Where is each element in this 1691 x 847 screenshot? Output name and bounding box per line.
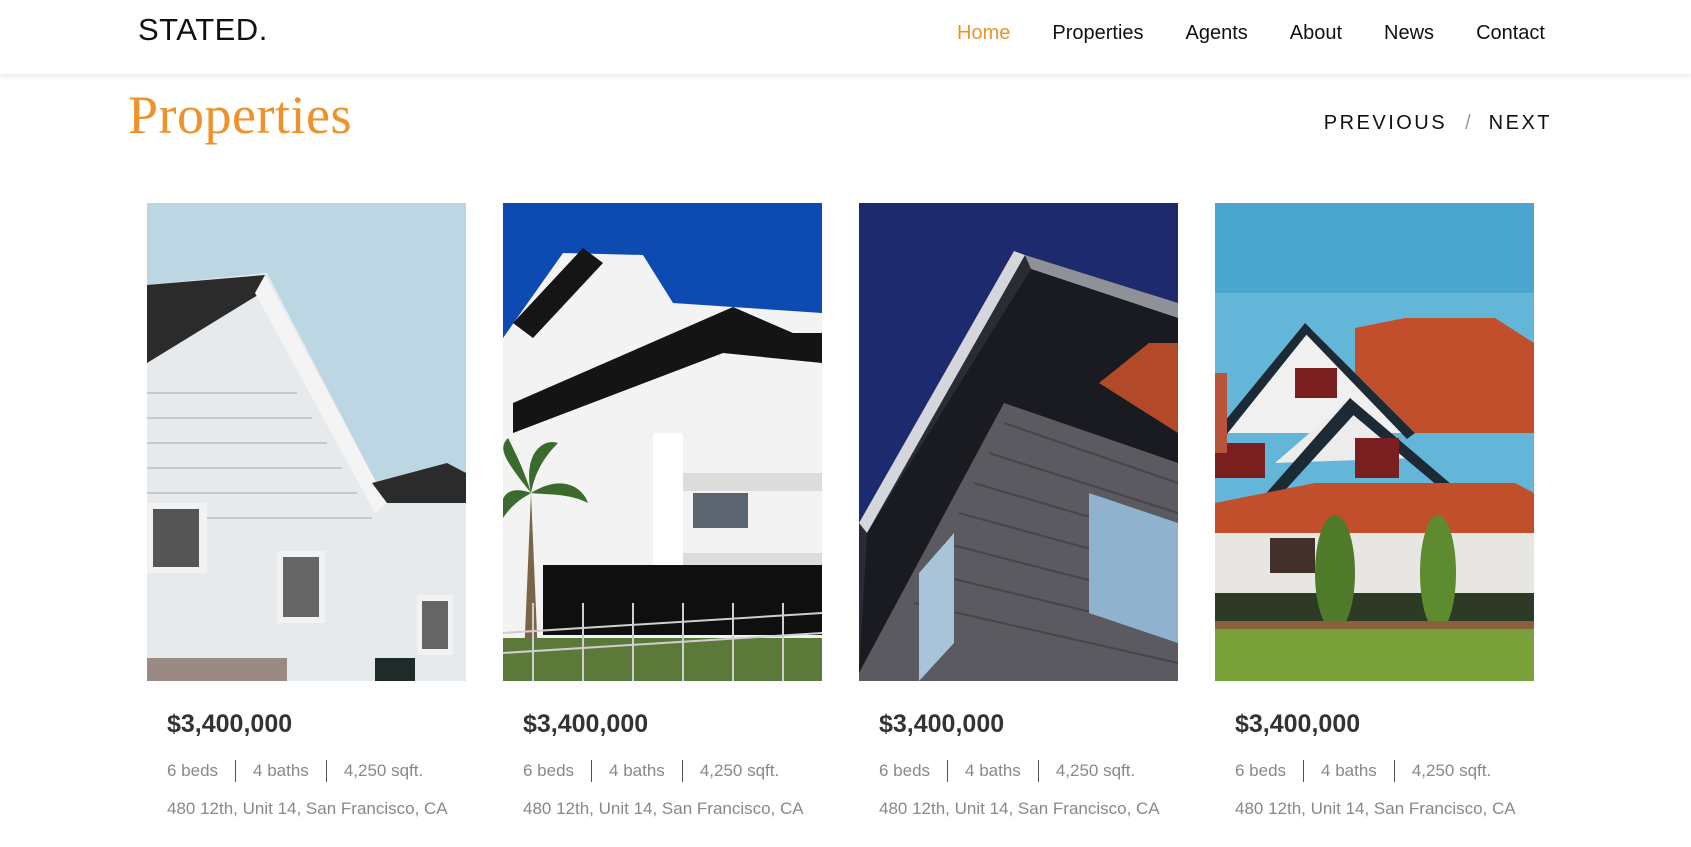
next-button[interactable]: NEXT [1489, 112, 1552, 135]
property-price: $3,400,000 [167, 710, 293, 738]
baths-count: 4 baths [253, 761, 309, 780]
baths-count: 4 baths [1321, 761, 1377, 780]
property-meta: 6 beds 4 baths 4,250 sqft. [1235, 760, 1534, 782]
property-card: $3,400,000 6 beds 4 baths 4,250 sqft. 48… [503, 203, 822, 819]
tudor-house-photo[interactable] [1215, 203, 1534, 681]
meta-divider [681, 760, 683, 782]
property-card: $3,400,000 6 beds 4 baths 4,250 sqft. 48… [147, 203, 466, 819]
site-logo[interactable]: STATED. [138, 12, 268, 48]
nav-home[interactable]: Home [957, 20, 1010, 46]
property-price: $3,400,000 [1235, 710, 1361, 738]
beds-count: 6 beds [167, 761, 219, 780]
property-card: $3,400,000 6 beds 4 baths 4,250 sqft. 48… [1215, 203, 1534, 819]
property-list: $3,400,000 6 beds 4 baths 4,250 sqft. 48… [147, 203, 1534, 819]
beds-count: 6 beds [1235, 761, 1287, 780]
meta-divider [235, 760, 237, 782]
nav-about[interactable]: About [1290, 20, 1342, 46]
previous-button[interactable]: PREVIOUS [1324, 112, 1447, 135]
meta-divider [1393, 760, 1395, 782]
beds-count: 6 beds [523, 761, 575, 780]
area-size: 4,250 sqft. [699, 761, 780, 780]
property-meta: 6 beds 4 baths 4,250 sqft. [167, 760, 466, 782]
section-title: Properties [128, 85, 352, 145]
property-meta: 6 beds 4 baths 4,250 sqft. [523, 760, 822, 782]
nav-contact[interactable]: Contact [1476, 20, 1545, 46]
property-card: $3,400,000 6 beds 4 baths 4,250 sqft. 48… [859, 203, 1178, 819]
nav-news[interactable]: News [1384, 20, 1434, 46]
carousel-pager: PREVIOUS / NEXT [1324, 112, 1552, 135]
pager-separator: / [1465, 112, 1471, 134]
nav-agents[interactable]: Agents [1186, 20, 1248, 46]
property-address: 480 12th, Unit 14, San Francisco, CA [1235, 799, 1516, 818]
meta-divider [591, 760, 593, 782]
beds-count: 6 beds [879, 761, 931, 780]
area-size: 4,250 sqft. [343, 761, 424, 780]
property-address: 480 12th, Unit 14, San Francisco, CA [523, 799, 804, 818]
white-gabled-house-photo[interactable] [147, 203, 466, 681]
property-price: $3,400,000 [523, 710, 649, 738]
meta-divider [325, 760, 327, 782]
meta-divider [1037, 760, 1039, 782]
main-nav: Home Properties Agents About News Contac… [915, 20, 1545, 46]
modern-white-apartment-photo[interactable] [503, 203, 822, 681]
property-meta: 6 beds 4 baths 4,250 sqft. [879, 760, 1178, 782]
property-address: 480 12th, Unit 14, San Francisco, CA [167, 799, 448, 818]
area-size: 4,250 sqft. [1411, 761, 1492, 780]
meta-divider [947, 760, 949, 782]
property-price: $3,400,000 [879, 710, 1005, 738]
brick-building-corner-photo[interactable] [859, 203, 1178, 681]
baths-count: 4 baths [965, 761, 1021, 780]
area-size: 4,250 sqft. [1055, 761, 1136, 780]
nav-properties[interactable]: Properties [1052, 20, 1143, 46]
baths-count: 4 baths [609, 761, 665, 780]
property-address: 480 12th, Unit 14, San Francisco, CA [879, 799, 1160, 818]
site-header: STATED. Home Properties Agents About New… [0, 0, 1691, 74]
meta-divider [1303, 760, 1305, 782]
